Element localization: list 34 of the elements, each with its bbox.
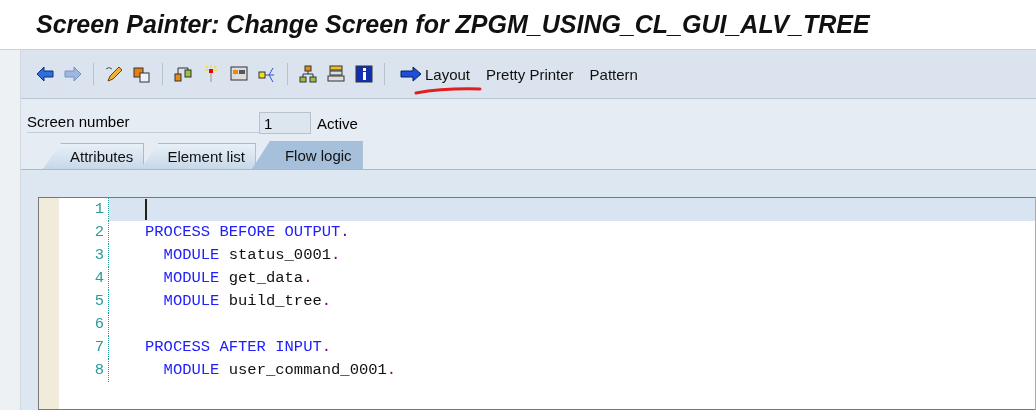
copy-squares-icon[interactable]: [132, 64, 152, 84]
line-number: 5: [59, 290, 109, 313]
screen-layout-icon[interactable]: [229, 64, 249, 84]
line-number: 6: [59, 313, 109, 336]
tab[interactable]: Element list: [140, 143, 256, 169]
screen-number-field[interactable]: 1: [259, 112, 311, 134]
line-number: 8: [59, 359, 109, 382]
toolbar-button[interactable]: Layout: [393, 63, 477, 85]
code-line: MODULE status_0001.: [162, 245, 342, 266]
line-number: 3: [59, 244, 109, 267]
code-line: PROCESS AFTER INPUT.: [144, 337, 333, 358]
code-line: MODULE build_tree.: [162, 291, 333, 312]
right-arrow-icon: [399, 65, 423, 83]
code-line: MODULE user_command_0001.: [162, 360, 398, 381]
line-number: 7: [59, 336, 109, 359]
code-line: PROCESS BEFORE OUTPUT.: [144, 222, 351, 243]
toolbar-button[interactable]: Pretty Printer: [480, 63, 580, 85]
toolbar-button[interactable]: Pattern: [583, 63, 644, 85]
tab[interactable]: Attributes: [43, 143, 145, 169]
hierarchy-icon[interactable]: [298, 64, 318, 84]
linked-boxes-icon[interactable]: [173, 64, 193, 84]
info-icon[interactable]: [354, 64, 374, 84]
back-arrow-icon[interactable]: [35, 64, 55, 84]
tab[interactable]: Flow logic: [251, 141, 363, 169]
code-editor[interactable]: 1 2 PROCESS BEFORE OUTPUT. 3 MODULE status_0001. 4 MODULE get_data. 5 MODULE build_tree. 6 7 PROCESS AFTER INPUT. 8 MODULE user_command_0001.: [38, 197, 1036, 410]
underline-stroke: [414, 87, 482, 95]
code-line: MODULE get_data.: [162, 268, 314, 289]
window-title: Screen Painter: Change Screen for ZPGM_USING_CL_GUI_ALV_TREE: [0, 0, 1036, 50]
pencil-icon[interactable]: [104, 64, 124, 84]
stacked-layers-icon[interactable]: [326, 64, 346, 84]
line-number: 2: [59, 221, 109, 244]
screen-number-label: Screen number: [27, 113, 259, 133]
line-number: 4: [59, 267, 109, 290]
status-text: Active: [317, 114, 358, 132]
